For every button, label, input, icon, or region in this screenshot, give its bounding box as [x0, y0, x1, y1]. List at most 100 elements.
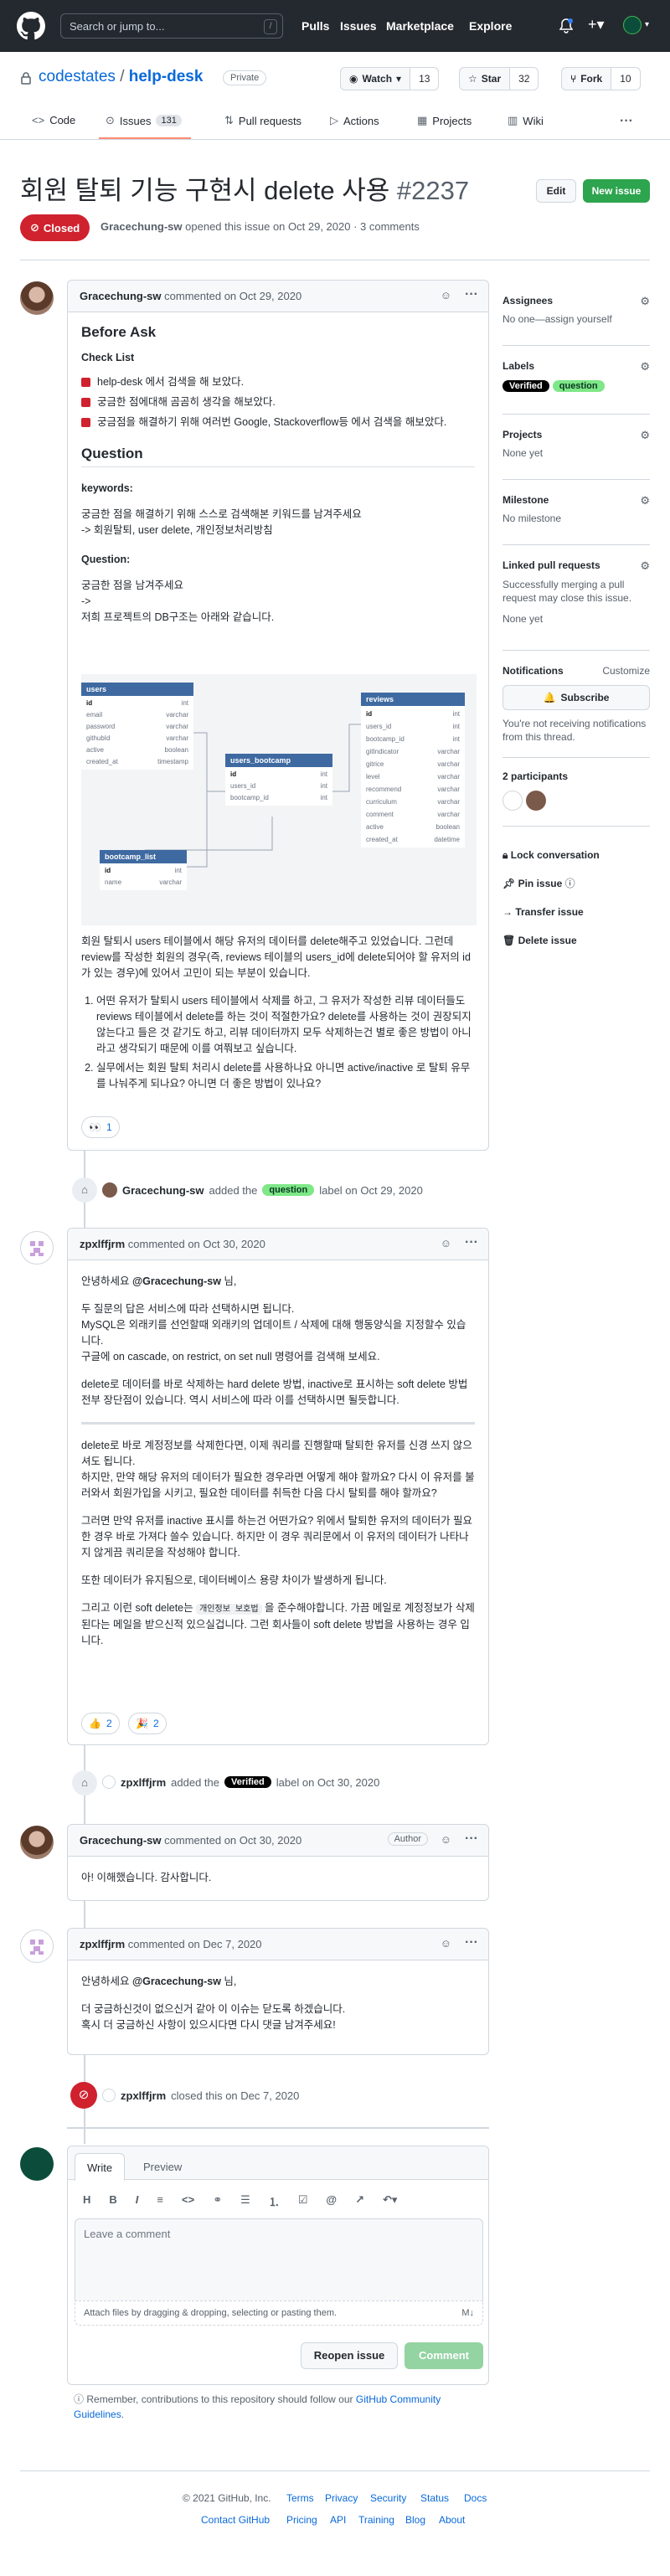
tab-projects[interactable]: ▦ Projects	[417, 114, 472, 127]
tab-preview[interactable]: Preview	[143, 2161, 182, 2173]
comment-author[interactable]: zpxlffjrm	[80, 1238, 125, 1250]
sidebar-projects[interactable]: Projects None yet	[502, 429, 543, 459]
avatar[interactable]	[102, 2089, 116, 2102]
footer-link-privacy[interactable]: Privacy	[325, 2492, 358, 2504]
user-mention[interactable]: @Gracechung-sw	[132, 1976, 221, 1987]
smiley-icon[interactable]: ☺	[441, 289, 451, 301]
nav-explore[interactable]: Explore	[469, 19, 512, 33]
avatar[interactable]	[20, 2147, 54, 2181]
event-actor[interactable]: Gracechung-sw	[122, 1184, 204, 1197]
bell-icon[interactable]	[559, 18, 573, 33]
repo-name-link[interactable]: help-desk	[129, 68, 204, 85]
comment-author[interactable]: zpxlffjrm	[80, 1938, 125, 1950]
label-question[interactable]: question	[552, 380, 605, 392]
avatar[interactable]	[526, 791, 546, 811]
avatar[interactable]	[102, 1775, 116, 1789]
sidebar-assignees[interactable]: Assignees No one—assign yourself	[502, 295, 612, 325]
tab-write[interactable]: Write	[75, 2153, 126, 2181]
label-question[interactable]: question	[262, 1184, 315, 1196]
comment-submit-button[interactable]: Comment	[405, 2342, 483, 2369]
avatar[interactable]	[20, 1826, 54, 1859]
new-issue-button[interactable]: New issue	[583, 179, 650, 203]
user-mention[interactable]: @Gracechung-sw	[132, 1275, 221, 1287]
gear-icon[interactable]: ⚙	[640, 494, 650, 507]
github-logo-icon[interactable]	[17, 12, 45, 40]
gear-icon[interactable]: ⚙	[640, 360, 650, 374]
event-actor[interactable]: zpxlffjrm	[121, 1776, 166, 1789]
ordered-list-icon[interactable]: ⒈	[269, 2193, 280, 2209]
kebab-menu-icon[interactable]: ···	[465, 1935, 478, 1950]
reaction-eyes[interactable]: 👀 1	[81, 1116, 120, 1138]
kebab-menu-icon[interactable]: ···	[465, 1235, 478, 1250]
footer-link-pricing[interactable]: Pricing	[286, 2514, 317, 2526]
smiley-icon[interactable]: ☺	[441, 1237, 451, 1249]
label-verified[interactable]: Verified	[502, 380, 549, 392]
sidebar-milestone[interactable]: Milestone No milestone	[502, 494, 561, 524]
smiley-icon[interactable]: ☺	[441, 1937, 451, 1950]
pin-issue-link[interactable]: 📌︎ Pin issue ⓘ	[502, 869, 600, 898]
fork-button[interactable]: ⑂ Fork 10	[561, 67, 641, 90]
customize-notifications-link[interactable]: Customize	[602, 665, 650, 677]
quote-icon[interactable]: ≡	[157, 2193, 163, 2209]
footer-link-terms[interactable]: Terms	[286, 2492, 314, 2504]
avatar[interactable]	[502, 791, 523, 811]
tab-issues[interactable]: ⊙ Issues 131	[106, 114, 182, 127]
footer-link-security[interactable]: Security	[370, 2492, 406, 2504]
transfer-issue-link[interactable]: → Transfer issue	[502, 898, 600, 926]
label-verified[interactable]: Verified	[224, 1776, 271, 1788]
kebab-menu-icon[interactable]: ···	[465, 1832, 478, 1847]
reopen-issue-button[interactable]: Reopen issue	[301, 2342, 398, 2369]
more-tabs-icon[interactable]: ···	[620, 114, 633, 129]
issue-author-link[interactable]: Gracechung-sw	[100, 220, 183, 233]
reply-icon[interactable]: ↶▾	[383, 2193, 397, 2209]
link-icon[interactable]: ⚭	[213, 2193, 222, 2209]
star-button[interactable]: ☆ Star 32	[459, 67, 539, 90]
create-new-icon[interactable]: +▾	[588, 16, 605, 33]
footer-link-blog[interactable]: Blog	[405, 2514, 425, 2526]
comment-author[interactable]: Gracechung-sw	[80, 1834, 162, 1847]
code-icon[interactable]: <>	[182, 2193, 194, 2209]
chevron-down-icon[interactable]: ▾	[645, 20, 649, 29]
sidebar-labels[interactable]: Labels Verified question	[502, 360, 605, 392]
footer-link-status[interactable]: Status	[420, 2492, 449, 2504]
avatar[interactable]	[102, 1182, 117, 1198]
comment-textarea[interactable]: Leave a comment	[75, 2218, 483, 2300]
tab-pull-requests[interactable]: ⇅ Pull requests	[224, 114, 302, 127]
comment-timestamp[interactable]: commented on Oct 29, 2020	[164, 290, 302, 302]
italic-icon[interactable]: I	[136, 2193, 139, 2209]
mention-icon[interactable]: @	[326, 2193, 337, 2209]
comment-timestamp[interactable]: commented on Oct 30, 2020	[128, 1238, 265, 1250]
nav-issues[interactable]: Issues	[340, 19, 377, 33]
footer-link-about[interactable]: About	[439, 2514, 465, 2526]
gear-icon[interactable]: ⚙	[640, 429, 650, 442]
fork-count[interactable]: 10	[611, 68, 640, 90]
reaction-thumbs-up[interactable]: 👍 2	[81, 1713, 120, 1734]
avatar[interactable]	[20, 1231, 54, 1265]
unordered-list-icon[interactable]: ☰	[240, 2193, 250, 2209]
avatar[interactable]	[20, 1929, 54, 1963]
comment-timestamp[interactable]: commented on Oct 30, 2020	[164, 1834, 302, 1847]
nav-marketplace[interactable]: Marketplace	[386, 19, 454, 33]
footer-link-api[interactable]: API	[330, 2514, 346, 2526]
delete-issue-link[interactable]: 🗑︎ Delete issue	[502, 926, 600, 955]
watch-button[interactable]: ◉ Watch ▾ 13	[340, 67, 440, 90]
edit-title-button[interactable]: Edit	[536, 179, 576, 203]
reaction-tada[interactable]: 🎉 2	[128, 1713, 167, 1734]
sidebar-linked-prs[interactable]: Linked pull requests Successfully merging…	[502, 559, 650, 625]
nav-pulls[interactable]: Pulls	[302, 19, 329, 33]
footer-link-contact[interactable]: Contact GitHub	[201, 2514, 270, 2526]
footer-link-docs[interactable]: Docs	[464, 2492, 487, 2504]
user-avatar[interactable]	[623, 16, 642, 34]
task-list-icon[interactable]: ☑	[298, 2193, 308, 2209]
tab-actions[interactable]: ▷ Actions	[330, 114, 379, 127]
subscribe-button[interactable]: 🔔 Subscribe	[502, 685, 650, 710]
gear-icon[interactable]: ⚙	[640, 295, 650, 308]
file-attach-zone[interactable]: Attach files by dragging & dropping, sel…	[75, 2300, 483, 2326]
gear-icon[interactable]: ⚙	[640, 559, 650, 573]
star-count[interactable]: 32	[509, 68, 539, 90]
avatar[interactable]	[20, 281, 54, 315]
tab-code[interactable]: <> Code	[32, 114, 75, 126]
tab-wiki[interactable]: ▥ Wiki	[508, 114, 544, 127]
comment-author[interactable]: Gracechung-sw	[80, 290, 162, 302]
comment-timestamp[interactable]: commented on Dec 7, 2020	[128, 1938, 262, 1950]
